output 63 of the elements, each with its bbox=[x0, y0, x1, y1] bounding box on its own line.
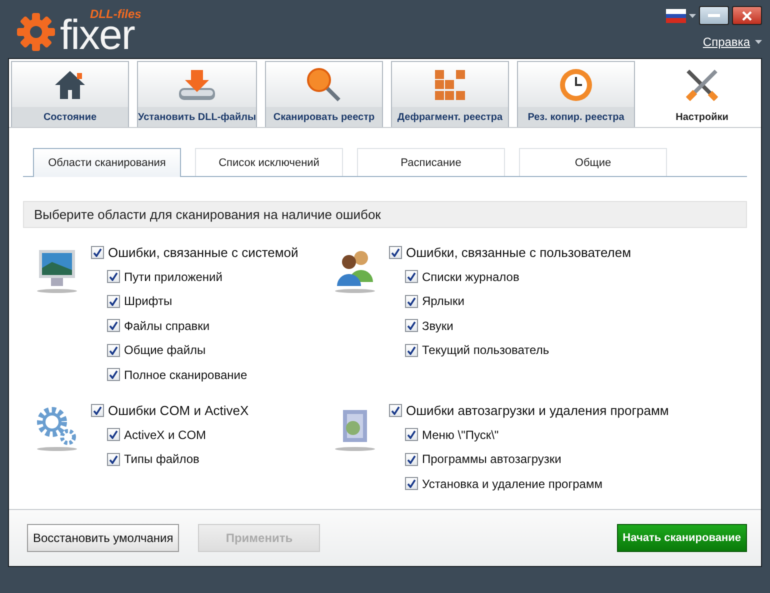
settings-tab[interactable]: Области сканирования bbox=[33, 148, 181, 177]
checkbox[interactable] bbox=[405, 344, 418, 357]
checkbox-label[interactable]: Полное сканирование bbox=[124, 368, 248, 382]
checkbox-label[interactable]: Ярлыки bbox=[422, 294, 465, 308]
checkbox[interactable] bbox=[405, 452, 418, 466]
checkbox[interactable] bbox=[107, 270, 120, 284]
checkbox-label[interactable]: Установка и удаление программ bbox=[422, 476, 602, 491]
checkbox-label[interactable]: Шрифты bbox=[124, 294, 172, 308]
help-link[interactable]: Справка bbox=[702, 35, 750, 49]
dropdown-arrow-icon[interactable] bbox=[755, 40, 762, 44]
close-icon bbox=[742, 10, 752, 20]
house-icon bbox=[53, 68, 87, 100]
magnifier-icon bbox=[306, 66, 342, 102]
main-tab[interactable]: Рез. копир. реестра bbox=[517, 61, 635, 127]
settings-tab[interactable]: Общие bbox=[519, 148, 667, 176]
checkbox[interactable] bbox=[107, 452, 120, 466]
checkbox-label[interactable]: Программы автозагрузки bbox=[422, 452, 562, 466]
checkbox[interactable] bbox=[107, 344, 120, 357]
checkbox-label[interactable]: Ошибки, связанные с системой bbox=[108, 244, 298, 260]
checkbox[interactable] bbox=[405, 270, 418, 284]
checkbox[interactable] bbox=[405, 428, 418, 442]
gears-icon bbox=[35, 404, 79, 452]
checkbox-label[interactable]: Ошибки автозагрузки и удаления программ bbox=[406, 402, 669, 418]
section-header: Выберите области для сканирования на наличие ошибок bbox=[23, 201, 747, 228]
main-tab[interactable]: Состояние bbox=[11, 61, 129, 127]
checkbox-label[interactable]: Пути приложений bbox=[124, 270, 222, 284]
checkbox[interactable] bbox=[405, 294, 418, 308]
checkbox-label[interactable]: Файлы справки bbox=[124, 318, 210, 333]
restore-defaults-button[interactable]: Восстановить умолчания bbox=[27, 524, 180, 552]
checkbox-label[interactable]: Ошибки COM и ActiveX bbox=[108, 402, 249, 418]
checkbox-label[interactable]: Звуки bbox=[422, 318, 454, 333]
checkbox-label[interactable]: Типы файлов bbox=[124, 452, 200, 466]
main-tab[interactable]: Дефрагмент. реестра bbox=[391, 61, 509, 127]
clock-icon bbox=[558, 66, 594, 102]
checkbox-label[interactable]: ActiveX и COM bbox=[124, 428, 206, 442]
checkbox-label[interactable]: Ошибки, связанные с пользователем bbox=[406, 244, 632, 260]
checkbox-label[interactable]: Меню \"Пуск\" bbox=[422, 428, 499, 442]
start-scan-button[interactable]: Начать сканирование bbox=[616, 524, 747, 552]
checkbox[interactable] bbox=[107, 319, 120, 332]
checkbox[interactable] bbox=[389, 246, 402, 259]
checkbox[interactable] bbox=[91, 404, 104, 417]
close-button[interactable] bbox=[732, 6, 762, 25]
minimize-icon bbox=[708, 14, 720, 18]
checkbox[interactable] bbox=[107, 428, 120, 442]
settings-tab[interactable]: Список исключений bbox=[195, 148, 343, 176]
checkbox-label[interactable]: Общие файлы bbox=[124, 343, 206, 358]
checkbox[interactable] bbox=[107, 368, 120, 382]
minimize-button[interactable] bbox=[699, 6, 729, 25]
checkbox[interactable] bbox=[405, 477, 418, 490]
checkbox[interactable] bbox=[389, 404, 402, 417]
flag-icon[interactable] bbox=[666, 8, 686, 22]
blocks-icon bbox=[433, 68, 467, 102]
dropdown-arrow-icon[interactable] bbox=[689, 14, 696, 18]
main-tab[interactable]: Установить DLL-файлы bbox=[137, 61, 257, 127]
tools-icon bbox=[684, 66, 720, 102]
checkbox[interactable] bbox=[91, 246, 104, 259]
main-tab[interactable]: Сканировать реестр bbox=[265, 61, 383, 127]
settings-tab[interactable]: Расписание bbox=[357, 148, 505, 176]
download-drive-icon bbox=[177, 68, 217, 102]
checkbox[interactable] bbox=[107, 294, 120, 308]
checkbox-label[interactable]: Текущий пользователь bbox=[422, 343, 550, 358]
checkbox-label[interactable]: Списки журналов bbox=[422, 270, 520, 284]
checkbox[interactable] bbox=[405, 319, 418, 332]
